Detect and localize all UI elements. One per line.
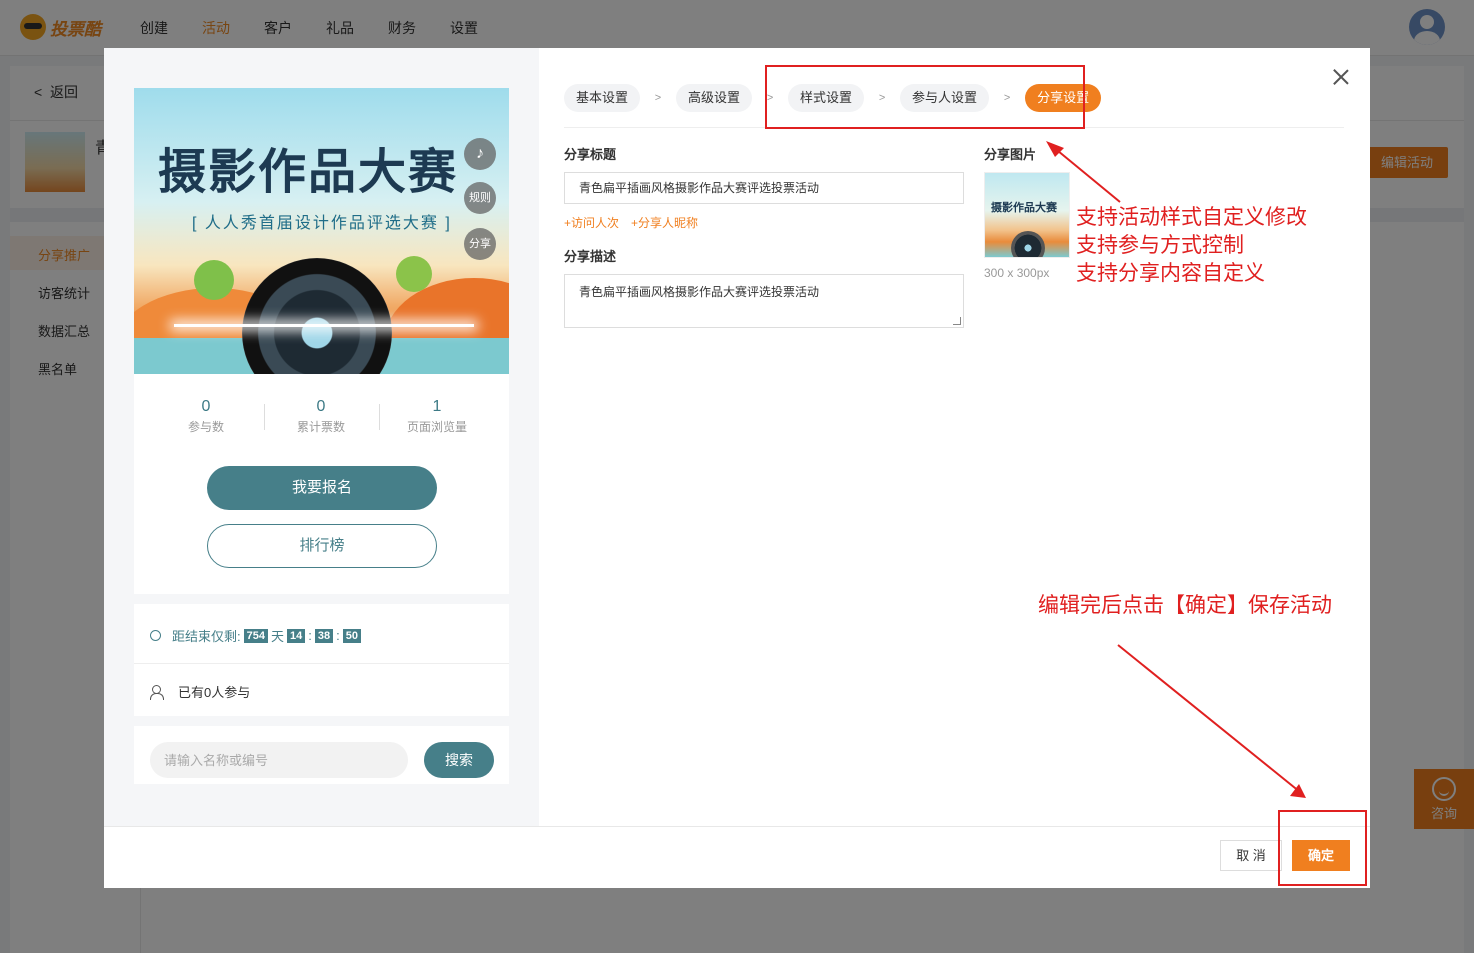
stat-label: 参与数 bbox=[187, 420, 224, 434]
step-advanced[interactable]: 高级设置 bbox=[676, 84, 753, 112]
stat-value: 0 bbox=[316, 398, 326, 415]
spacer bbox=[134, 594, 509, 604]
people-icon bbox=[150, 685, 168, 700]
variable-links: +访问人次 +分享人昵称 bbox=[564, 214, 698, 231]
share-image-title: 摄影作品大赛 bbox=[991, 201, 1057, 214]
poster-banner: 摄影作品大赛 [ 人人秀首届设计作品评选大赛 ] ♪ 规则 分享 bbox=[134, 88, 509, 374]
share-image-label: 分享图片 bbox=[984, 147, 1037, 162]
annotation-confirm-highlight bbox=[1278, 810, 1367, 886]
signup-button[interactable]: 我要报名 bbox=[207, 466, 437, 510]
countdown-sep: : bbox=[308, 628, 312, 643]
share-title-label: 分享标题 bbox=[564, 147, 617, 162]
insert-visit-count-link[interactable]: +访问人次 bbox=[564, 214, 619, 231]
step-separator: > bbox=[654, 92, 662, 104]
stats-bar: 0 参与数 0 累计票数 1 页面浏览量 bbox=[134, 374, 509, 442]
modal-footer: 取 消 确定 bbox=[104, 826, 1370, 888]
music-note-icon: ♪ bbox=[476, 145, 484, 162]
countdown-minutes: 38 bbox=[314, 628, 334, 643]
mobile-preview: 摄影作品大赛 [ 人人秀首届设计作品评选大赛 ] ♪ 规则 分享 0 参与数 0… bbox=[134, 88, 509, 784]
annotation-steps-highlight bbox=[765, 65, 1085, 129]
countdown-seconds: 50 bbox=[342, 628, 361, 643]
poster-tree bbox=[396, 256, 432, 292]
spacer bbox=[134, 716, 509, 726]
share-desc-value: 青色扁平插画风格摄影作品大赛评选投票活动 bbox=[579, 285, 820, 299]
annotation-feature-style: 支持活动样式自定义修改 bbox=[1076, 206, 1307, 229]
share-desc-textarea[interactable]: 青色扁平插画风格摄影作品大赛评选投票活动 bbox=[564, 274, 964, 328]
share-title-input[interactable]: 青色扁平插画风格摄影作品大赛评选投票活动 bbox=[564, 172, 964, 204]
share-float-button[interactable]: 分享 bbox=[464, 228, 496, 260]
share-image-upload[interactable]: 摄影作品大赛 bbox=[984, 172, 1070, 258]
lens-flare bbox=[174, 324, 474, 327]
countdown-days-unit: 天 bbox=[270, 629, 284, 644]
share-desc-label: 分享描述 bbox=[564, 249, 617, 264]
cancel-button[interactable]: 取 消 bbox=[1220, 840, 1282, 871]
music-button[interactable]: ♪ bbox=[464, 138, 496, 170]
search-row: 搜索 bbox=[134, 726, 509, 784]
countdown: 距结束仅剩: 754 天 14 : 38 : 50 bbox=[150, 626, 361, 645]
camera-lens-image bbox=[1011, 231, 1045, 257]
share-image-size-hint: 300 x 300px bbox=[984, 266, 1050, 280]
stat-value: 1 bbox=[432, 398, 442, 415]
mobile-preview-column: 摄影作品大赛 [ 人人秀首届设计作品评选大赛 ] ♪ 规则 分享 0 参与数 0… bbox=[104, 48, 539, 826]
countdown-row: 距结束仅剩: 754 天 14 : 38 : 50 bbox=[134, 604, 509, 664]
step-basic[interactable]: 基本设置 bbox=[564, 84, 641, 112]
poster-title: 摄影作品大赛 bbox=[158, 144, 459, 200]
search-button[interactable]: 搜索 bbox=[424, 742, 494, 778]
poster-tree bbox=[194, 260, 234, 300]
participants-row: 已有0人参与 bbox=[134, 664, 509, 716]
action-buttons: 我要报名 排行榜 bbox=[134, 442, 509, 594]
edit-activity-modal: 摄影作品大赛 [ 人人秀首届设计作品评选大赛 ] ♪ 规则 分享 0 参与数 0… bbox=[104, 48, 1370, 888]
alarm-clock-icon bbox=[150, 630, 161, 641]
close-icon[interactable] bbox=[1332, 68, 1350, 86]
stat-pageviews: 1 页面浏览量 bbox=[379, 398, 495, 435]
countdown-sep: : bbox=[336, 628, 340, 643]
annotation-feature-share: 支持分享内容自定义 bbox=[1076, 262, 1265, 285]
annotation-save-hint: 编辑完后点击【确定】保存活动 bbox=[1038, 594, 1332, 617]
rules-button[interactable]: 规则 bbox=[464, 182, 496, 214]
stat-votes: 0 累计票数 bbox=[263, 398, 379, 435]
camera-lens-image bbox=[242, 258, 392, 374]
countdown-hours: 14 bbox=[287, 628, 306, 643]
search-input[interactable] bbox=[150, 742, 408, 778]
stat-label: 累计票数 bbox=[296, 420, 345, 434]
participants-text: 已有0人参与 bbox=[178, 685, 251, 700]
countdown-prefix: 距结束仅剩: bbox=[172, 629, 241, 644]
poster-subtitle: [ 人人秀首届设计作品评选大赛 ] bbox=[192, 215, 452, 232]
stat-participants: 0 参与数 bbox=[148, 398, 264, 435]
stat-value: 0 bbox=[201, 398, 211, 415]
annotation-feature-participation: 支持参与方式控制 bbox=[1076, 234, 1244, 257]
ranking-button[interactable]: 排行榜 bbox=[207, 524, 437, 568]
countdown-days: 754 bbox=[243, 628, 268, 643]
insert-sharer-nickname-link[interactable]: +分享人昵称 bbox=[631, 214, 698, 231]
resize-handle-icon[interactable] bbox=[953, 317, 961, 325]
participants-info: 已有0人参与 bbox=[150, 682, 250, 701]
stat-label: 页面浏览量 bbox=[406, 420, 467, 434]
